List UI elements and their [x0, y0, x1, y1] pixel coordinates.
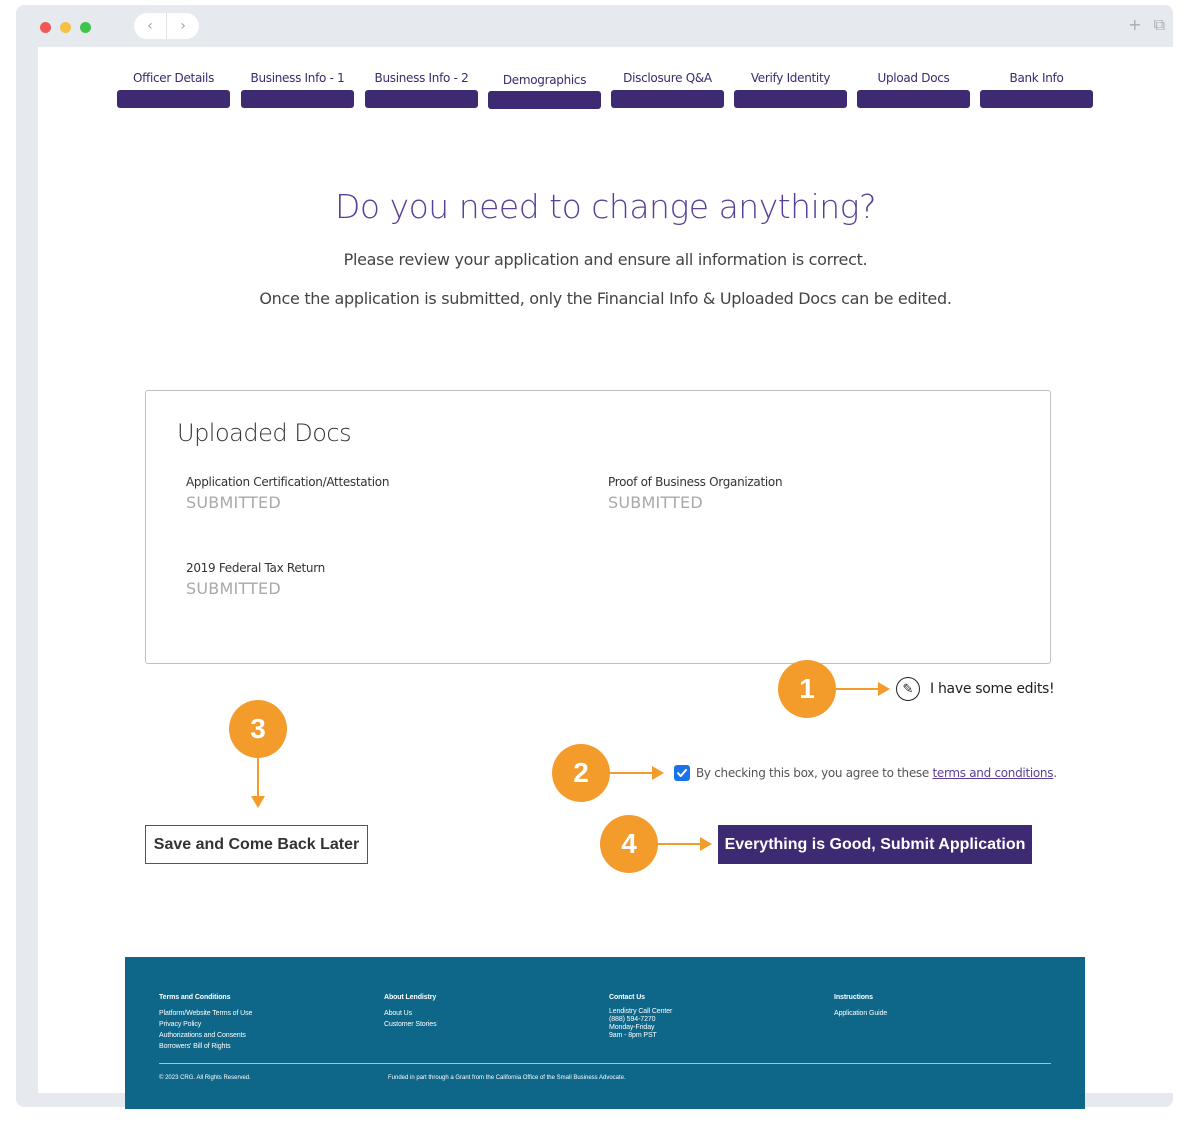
tab-overview-icon[interactable]: ⧉ [1154, 15, 1165, 35]
footer-link[interactable]: Customer Stories [384, 1019, 437, 1030]
footer-column: Terms and Conditions Platform/Website Te… [159, 992, 252, 1052]
progress-steps: Officer Details Business Info - 1 Busine… [117, 65, 1093, 109]
step-upload-docs[interactable]: Upload Docs [857, 65, 970, 108]
footer-link[interactable]: About Us [384, 1008, 436, 1019]
back-icon[interactable]: ‹ [134, 13, 167, 39]
step-bar [117, 90, 230, 108]
step-officer-details[interactable]: Officer Details [117, 65, 230, 108]
uploaded-docs-title: Uploaded Docs [177, 419, 352, 447]
step-bar [365, 90, 478, 108]
footer-link[interactable]: Borrowers' Bill of Rights [159, 1041, 252, 1052]
footer-phone[interactable]: (888) 594-7270 [609, 1016, 672, 1024]
check-icon [677, 769, 687, 777]
edit-application-link[interactable]: ✎ I have some edits! [896, 677, 1055, 701]
doc-name: Proof of Business Organization [608, 475, 783, 489]
minimize-window-dot[interactable] [60, 22, 71, 33]
footer-copyright: © 2023 CRG. All Rights Reserved. [159, 1075, 251, 1081]
callout-arrow-1 [836, 682, 890, 696]
doc-status: SUBMITTED [186, 579, 281, 598]
callout-arrow-4 [658, 837, 712, 851]
review-instructions: Please review your application and ensur… [343, 250, 868, 269]
footer-column: About Lendistry About Us Customer Storie… [384, 992, 437, 1030]
step-bank-info[interactable]: Bank Info [980, 65, 1093, 108]
forward-icon[interactable]: › [167, 13, 199, 39]
footer-heading: Instructions [834, 994, 873, 1001]
site-footer: Terms and Conditions Platform/Website Te… [125, 957, 1085, 1109]
footer-text: Monday-Friday [609, 1024, 655, 1031]
footer-funding-note: Funded in part through a Grant from the … [388, 1075, 626, 1081]
step-bar [734, 90, 847, 108]
terms-suffix: . [1053, 766, 1057, 780]
doc-item: Proof of Business Organization SUBMITTED [608, 475, 783, 512]
edit-restriction-note: Once the application is submitted, only … [259, 289, 952, 308]
footer-text: Lendistry Call Center [609, 1008, 673, 1015]
step-demographics[interactable]: Demographics [488, 65, 601, 109]
terms-label: By checking this box, you agree to these… [696, 766, 1057, 780]
close-window-dot[interactable] [40, 22, 51, 33]
callout-badge-3: 3 [229, 700, 287, 758]
doc-status: SUBMITTED [186, 493, 281, 512]
browser-actions: + ⧉ [1128, 15, 1165, 35]
step-bar [857, 90, 970, 108]
step-bar [611, 90, 724, 108]
callout-arrow-2 [610, 766, 664, 780]
footer-link[interactable]: Application Guide [834, 1008, 887, 1019]
footer-heading: Terms and Conditions [159, 994, 231, 1001]
save-and-come-back-button[interactable]: Save and Come Back Later [145, 825, 368, 864]
history-nav: ‹ › [134, 13, 199, 39]
step-verify-identity[interactable]: Verify Identity [734, 65, 847, 108]
step-bar [980, 90, 1093, 108]
callout-arrow-3 [251, 758, 265, 808]
footer-divider [159, 1063, 1051, 1064]
step-disclosure-qa[interactable]: Disclosure Q&A [611, 65, 724, 108]
step-label: Business Info - 1 [250, 71, 345, 85]
footer-link[interactable]: Authorizations and Consents [159, 1030, 252, 1041]
step-label: Verify Identity [750, 71, 831, 85]
uploaded-docs-card: Uploaded Docs Application Certification/… [145, 390, 1051, 664]
footer-link[interactable]: Privacy Policy [159, 1019, 252, 1030]
footer-column: Instructions Application Guide [834, 992, 887, 1019]
doc-status: SUBMITTED [608, 493, 703, 512]
doc-item: Application Certification/Attestation SU… [186, 475, 389, 512]
step-business-info-1[interactable]: Business Info - 1 [241, 65, 354, 108]
new-tab-icon[interactable]: + [1128, 15, 1141, 35]
footer-text: 9am - 8pm PST [609, 1032, 657, 1039]
pencil-icon: ✎ [896, 677, 920, 701]
footer-link[interactable]: Platform/Website Terms of Use [159, 1008, 252, 1019]
step-bar [241, 90, 354, 108]
callout-badge-4: 4 [600, 815, 658, 873]
step-bar [488, 91, 601, 109]
step-business-info-2[interactable]: Business Info - 2 [365, 65, 478, 108]
edit-label: I have some edits! [930, 681, 1055, 697]
step-label: Disclosure Q&A [623, 71, 712, 85]
step-label: Upload Docs [877, 71, 950, 85]
maximize-window-dot[interactable] [80, 22, 91, 33]
footer-heading: About Lendistry [384, 994, 437, 1001]
step-label: Demographics [502, 73, 587, 87]
doc-item: 2019 Federal Tax Return SUBMITTED [186, 561, 325, 598]
browser-window: ‹ › + ⧉ Officer Details Business Info - … [16, 5, 1173, 1109]
step-label: Officer Details [132, 71, 215, 85]
step-label: Bank Info [1009, 71, 1064, 85]
callout-badge-1: 1 [778, 660, 836, 718]
doc-name: 2019 Federal Tax Return [186, 561, 325, 575]
terms-prefix: By checking this box, you agree to these [696, 766, 933, 780]
page-content: Officer Details Business Info - 1 Busine… [38, 47, 1173, 1109]
terms-link[interactable]: terms and conditions [932, 766, 1053, 780]
terms-checkbox[interactable] [674, 765, 690, 781]
step-label: Business Info - 2 [374, 71, 469, 85]
footer-heading: Contact Us [609, 994, 645, 1001]
terms-agreement: By checking this box, you agree to these… [674, 765, 1057, 781]
footer-column: Contact Us Lendistry Call Center (888) 5… [609, 992, 672, 1040]
doc-name: Application Certification/Attestation [186, 475, 390, 489]
page-title: Do you need to change anything? [334, 187, 877, 226]
browser-toolbar: ‹ › + ⧉ [16, 5, 1173, 47]
callout-badge-2: 2 [552, 744, 610, 802]
submit-application-button[interactable]: Everything is Good, Submit Application [718, 825, 1032, 864]
